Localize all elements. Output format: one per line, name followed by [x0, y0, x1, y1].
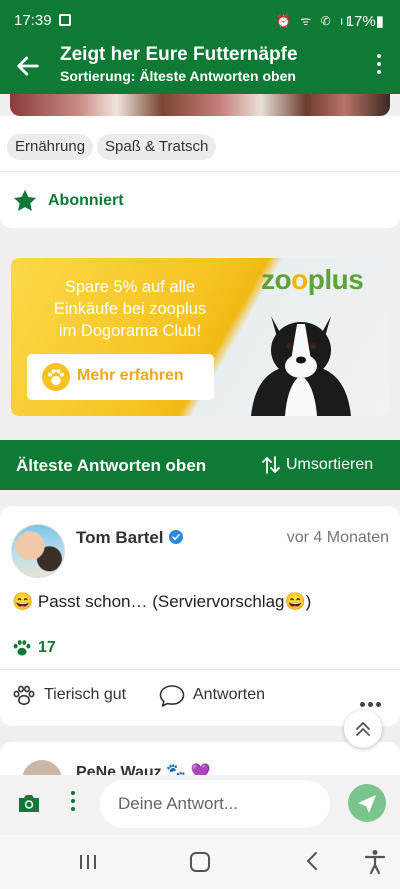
- resort-button[interactable]: Umsortieren: [286, 456, 373, 474]
- ad-line: Einkäufe bei zooplus: [53, 300, 207, 318]
- overflow-menu-icon[interactable]: [376, 54, 382, 78]
- accessibility-icon[interactable]: [364, 849, 386, 875]
- back-arrow-icon[interactable]: [14, 52, 42, 80]
- paw-icon: [13, 640, 31, 656]
- app-bar: Zeigt her Eure Futternäpfe Sortierung: Ä…: [0, 42, 400, 94]
- tags-section: Ernährung Spaß & Tratsch: [0, 116, 400, 172]
- sort-icon[interactable]: [262, 455, 280, 475]
- post-card: Tom Bartel vor 4 Monaten 😄 Passt schon… …: [0, 506, 400, 726]
- sort-title: Älteste Antworten oben: [16, 456, 207, 475]
- star-icon: [13, 189, 37, 211]
- reply-composer: [0, 775, 400, 835]
- send-icon: [358, 795, 376, 813]
- paw-count: 17: [38, 639, 56, 656]
- post-more-icon[interactable]: [360, 694, 384, 707]
- options-icon[interactable]: [70, 791, 76, 815]
- zooplus-ad-banner[interactable]: Spare 5% auf alle Einkäufe bei zooplus i…: [11, 258, 389, 416]
- system-nav-bar: [0, 835, 400, 889]
- camera-icon[interactable]: [16, 791, 42, 815]
- page-subtitle: Sortierung: Älteste Antworten oben: [60, 68, 296, 84]
- status-icons: ⏰ ᯤ ✆ ıl: [276, 14, 352, 28]
- ad-line: Spare 5% auf alle: [64, 278, 196, 296]
- reply-button[interactable]: Antworten: [193, 686, 265, 704]
- dog-image: [251, 316, 351, 416]
- subscribe-button[interactable]: Abonniert: [0, 172, 400, 228]
- status-time: 17:39: [14, 12, 52, 29]
- send-button[interactable]: [348, 784, 386, 822]
- sort-bar: Älteste Antworten oben Umsortieren: [0, 440, 400, 490]
- scroll-to-top-button[interactable]: [344, 710, 382, 748]
- avatar[interactable]: [11, 524, 65, 578]
- battery-level: 17%▮: [345, 13, 384, 30]
- subscribe-label: Abonniert: [48, 192, 124, 209]
- ad-text: Spare 5% auf alle Einkäufe bei zooplus i…: [25, 276, 235, 342]
- verified-badge-icon: [169, 530, 183, 544]
- post-author[interactable]: Tom Bartel: [76, 528, 164, 548]
- post-text: 😄 Passt schon… (Serviervorschlag😄): [12, 592, 312, 611]
- ad-line: im Dogorama Club!: [58, 322, 202, 340]
- tag-chip[interactable]: Spaß & Tratsch: [97, 134, 217, 160]
- sim-icon: [59, 14, 71, 26]
- learn-more-label: Mehr erfahren: [77, 367, 184, 384]
- tag-chip[interactable]: Ernährung: [7, 134, 94, 160]
- learn-more-button[interactable]: Mehr erfahren: [27, 354, 214, 400]
- status-bar: 17:39 ⏰ ᯤ ✆ ıl 17%▮: [0, 0, 400, 42]
- page-title: Zeigt her Eure Futternäpfe: [60, 44, 298, 65]
- double-chevron-up-icon: [356, 722, 370, 736]
- recents-icon[interactable]: [78, 853, 98, 871]
- nav-back-icon[interactable]: [302, 850, 322, 872]
- home-icon[interactable]: [190, 852, 210, 872]
- zooplus-logo: zooplus: [261, 264, 364, 295]
- comment-icon[interactable]: [158, 683, 186, 709]
- like-button[interactable]: Tierisch gut: [44, 686, 126, 704]
- post-photo[interactable]: [10, 94, 390, 116]
- paw-outline-icon[interactable]: [11, 684, 37, 708]
- reply-input[interactable]: [100, 780, 330, 828]
- divider: [0, 669, 400, 670]
- paw-icon: [42, 363, 70, 391]
- post-timestamp: vor 4 Monaten: [286, 529, 389, 546]
